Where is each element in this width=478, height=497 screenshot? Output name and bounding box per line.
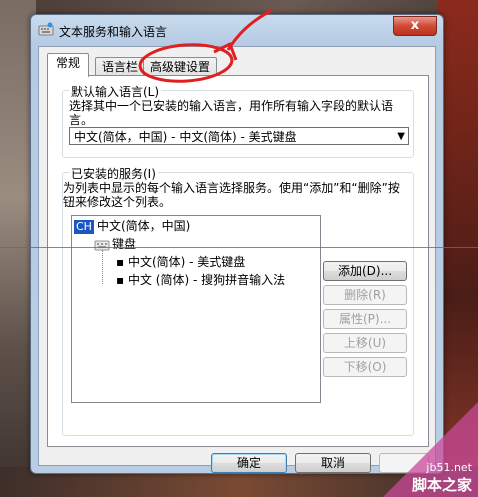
stray-red-line [0,247,478,248]
watermark: jb51.net 脚本之家 [412,461,472,495]
watermark-name: 脚本之家 [411,476,472,494]
annotation-arrow [226,8,273,51]
tab-general[interactable]: 常规 [47,53,89,77]
watermark-site: jb51.net [426,461,472,474]
